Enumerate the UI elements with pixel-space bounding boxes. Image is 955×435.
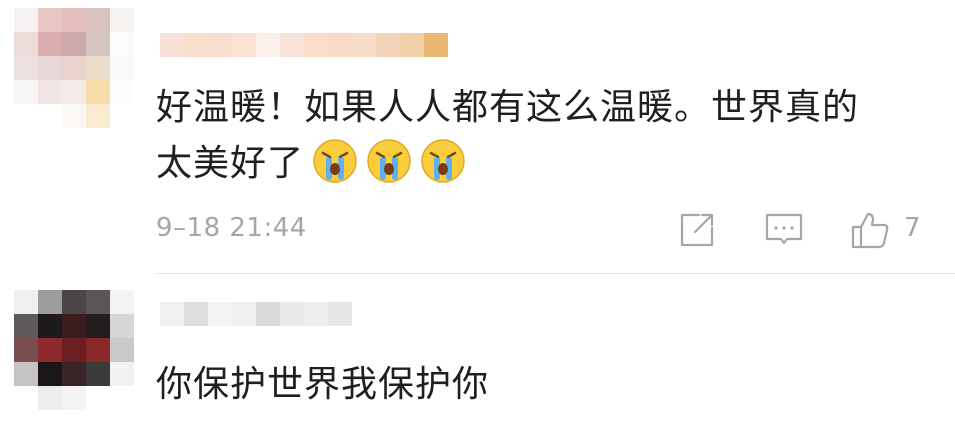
avatar[interactable] — [14, 8, 134, 128]
comment-text: 好温暖！如果人人都有这么温暖。世界真的 太美好了 — [156, 80, 916, 192]
crying-face-emoji — [366, 138, 412, 184]
comment-divider — [156, 273, 955, 274]
username[interactable] — [160, 33, 448, 57]
comment-item: 好温暖！如果人人都有这么温暖。世界真的 太美好了 9–18 21:44 7 — [0, 0, 955, 274]
like-count: 7 — [904, 213, 921, 243]
reply-icon[interactable] — [764, 210, 804, 250]
avatar[interactable] — [14, 290, 134, 410]
crying-face-emoji — [420, 138, 466, 184]
share-icon[interactable] — [677, 210, 717, 250]
comment-item: 你保护世界我保护你 — [0, 276, 955, 435]
like-icon[interactable] — [850, 210, 890, 250]
comment-text: 你保护世界我保护你 — [156, 364, 490, 405]
comment-timestamp: 9–18 21:44 — [156, 213, 307, 243]
comment-text-line1: 好温暖！如果人人都有这么温暖。世界真的 — [156, 87, 860, 128]
username[interactable] — [160, 302, 352, 326]
comment-text-line2: 太美好了 — [156, 143, 305, 184]
crying-face-emoji — [312, 138, 358, 184]
